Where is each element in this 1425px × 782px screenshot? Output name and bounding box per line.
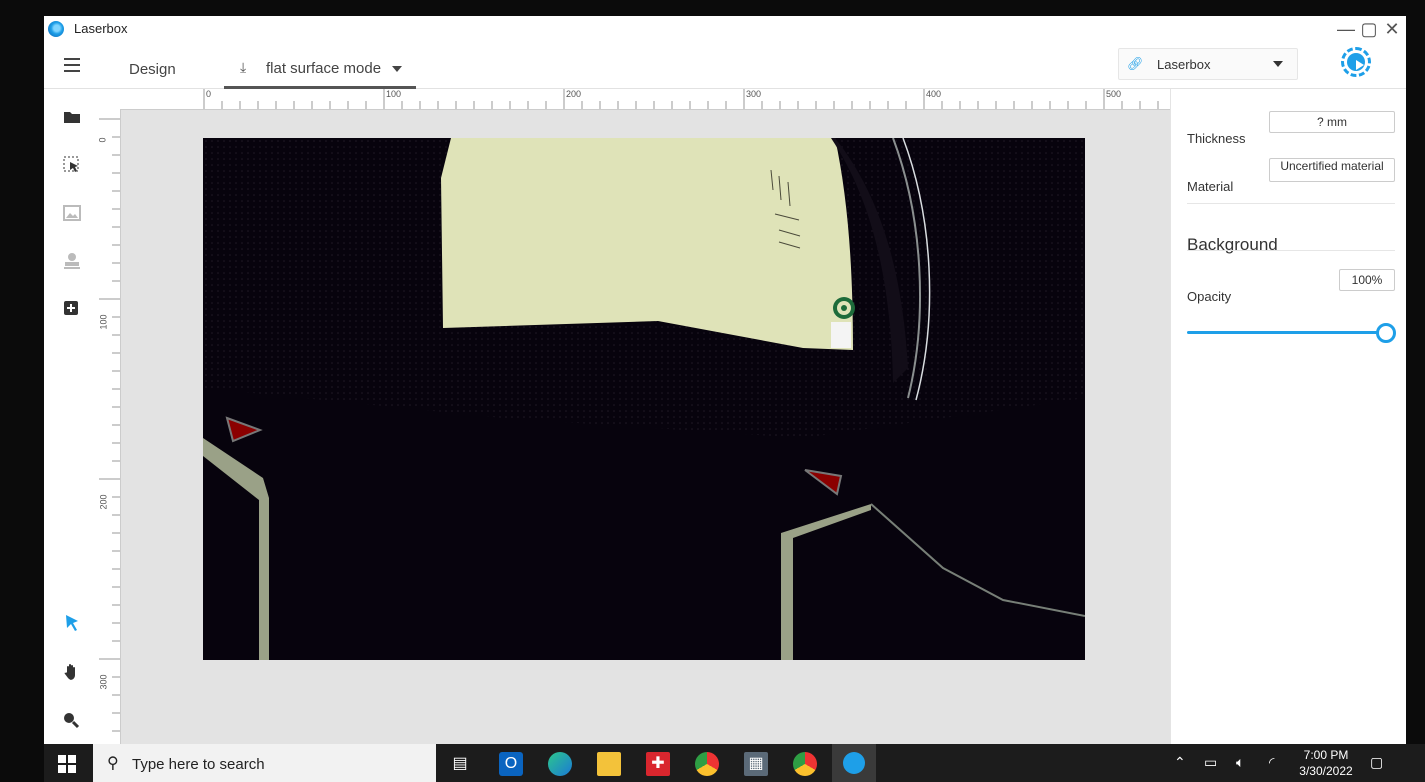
work-canvas[interactable] — [121, 110, 1170, 744]
add-shape-icon[interactable] — [62, 300, 82, 320]
top-toolbar: Design ⤓ flat surface mode 🔗︎ Laserbox — [44, 42, 1406, 89]
material-value: Uncertified material — [1280, 159, 1384, 173]
clock-time: 7:00 PM — [1303, 748, 1349, 762]
tab-flat-surface-mode[interactable]: ⤓ flat surface mode — [224, 48, 416, 89]
thickness-input[interactable]: ? mm — [1269, 111, 1395, 133]
folder-open-icon[interactable] — [62, 109, 82, 129]
pointer-icon[interactable] — [62, 614, 82, 634]
hand-icon[interactable] — [62, 663, 82, 683]
outlook-icon[interactable]: O — [499, 752, 523, 776]
start-button[interactable] — [58, 755, 76, 773]
chrome-profile-icon[interactable] — [793, 752, 817, 776]
system-clock[interactable]: 7:00 PM 3/30/2022 — [1286, 747, 1366, 779]
play-icon — [1347, 53, 1365, 71]
stamp-icon[interactable] — [62, 252, 82, 272]
image-icon[interactable] — [62, 205, 82, 225]
opacity-slider-thumb[interactable] — [1376, 323, 1396, 343]
ruler-label: 200 — [98, 494, 109, 510]
ruler-left: 0 100 200 300 — [97, 109, 121, 744]
zoom-icon[interactable] — [62, 711, 82, 731]
device-select[interactable]: 🔗︎ Laserbox — [1118, 48, 1298, 80]
chevron-down-icon — [1273, 61, 1283, 67]
device-name: Laserbox — [1157, 57, 1211, 72]
ruler-corner — [99, 89, 120, 109]
background-heading: Background — [1187, 235, 1278, 254]
chrome-icon[interactable] — [695, 752, 719, 776]
material-select[interactable]: Uncertified material — [1269, 158, 1395, 182]
divider — [1187, 203, 1395, 204]
ruler-label: 500 — [1106, 89, 1122, 99]
gift-icon[interactable]: ✚ — [646, 752, 670, 776]
chevron-up-icon[interactable]: ⌃ — [1174, 754, 1186, 771]
tab-design[interactable]: Design — [129, 61, 176, 78]
mode-label: flat surface mode — [266, 60, 382, 77]
divider — [1187, 250, 1395, 251]
file-explorer-icon[interactable] — [597, 752, 621, 776]
ruler-label: 100 — [386, 89, 402, 99]
wifi-icon[interactable]: ◜ — [1269, 754, 1274, 771]
search-placeholder: Type here to search — [132, 756, 265, 773]
edge-icon[interactable] — [548, 752, 572, 776]
opacity-slider[interactable] — [1187, 331, 1383, 334]
notification-icon[interactable]: ▢ — [1370, 754, 1383, 771]
properties-panel: Thickness ? mm Material Uncertified mate… — [1170, 89, 1406, 744]
opacity-input[interactable]: 100% — [1339, 269, 1395, 291]
ruler-label: 300 — [746, 89, 762, 99]
start-engrave-button[interactable] — [1341, 47, 1371, 77]
ruler-label: 200 — [566, 89, 582, 99]
link-icon: 🔗︎ — [1127, 56, 1144, 71]
close-button[interactable]: ✕ — [1381, 18, 1403, 40]
material-label: Material — [1187, 179, 1234, 194]
ruler-label: 400 — [926, 89, 942, 99]
menu-icon[interactable] — [64, 58, 80, 72]
select-area-icon[interactable] — [62, 156, 82, 176]
thickness-label: Thickness — [1187, 131, 1246, 146]
chevron-down-icon — [392, 66, 402, 72]
battery-icon[interactable]: ▭ — [1204, 754, 1217, 771]
ruler-label: 300 — [98, 674, 109, 690]
ruler-label: 0 — [206, 89, 212, 99]
left-toolbar — [44, 89, 99, 744]
app-window: Laserbox — ▢ ✕ Design ⤓ flat surface mod… — [44, 16, 1406, 744]
opacity-label: Opacity — [1187, 289, 1232, 304]
camera-background-image — [203, 138, 1085, 660]
calculator-icon[interactable]: ▦ — [744, 752, 768, 776]
app-logo-icon — [48, 21, 64, 37]
ruler-label: 0 — [97, 137, 108, 143]
search-icon: ⚲ — [107, 755, 119, 772]
clock-date: 3/30/2022 — [1299, 764, 1353, 778]
taskbar-search[interactable]: ⚲ Type here to search — [93, 744, 436, 782]
volume-icon[interactable]: 🔈︎ — [1236, 754, 1244, 771]
task-view-icon[interactable]: ▤ — [448, 752, 472, 776]
download-icon: ⤓ — [240, 59, 247, 75]
laserbox-taskbar-icon[interactable] — [832, 744, 876, 782]
maximize-button[interactable]: ▢ — [1358, 18, 1380, 40]
window-title: Laserbox — [74, 21, 128, 36]
windows-taskbar: ⚲ Type here to search ▤ O ✚ ▦ ⌃ ▭ 🔈︎ ◜ 7… — [44, 744, 1425, 782]
ruler-label: 100 — [98, 314, 109, 330]
ruler-top: 0 100 200 300 400 500 — [120, 89, 1170, 110]
minimize-button[interactable]: — — [1335, 18, 1357, 40]
title-bar: Laserbox — ▢ ✕ — [44, 16, 1406, 42]
